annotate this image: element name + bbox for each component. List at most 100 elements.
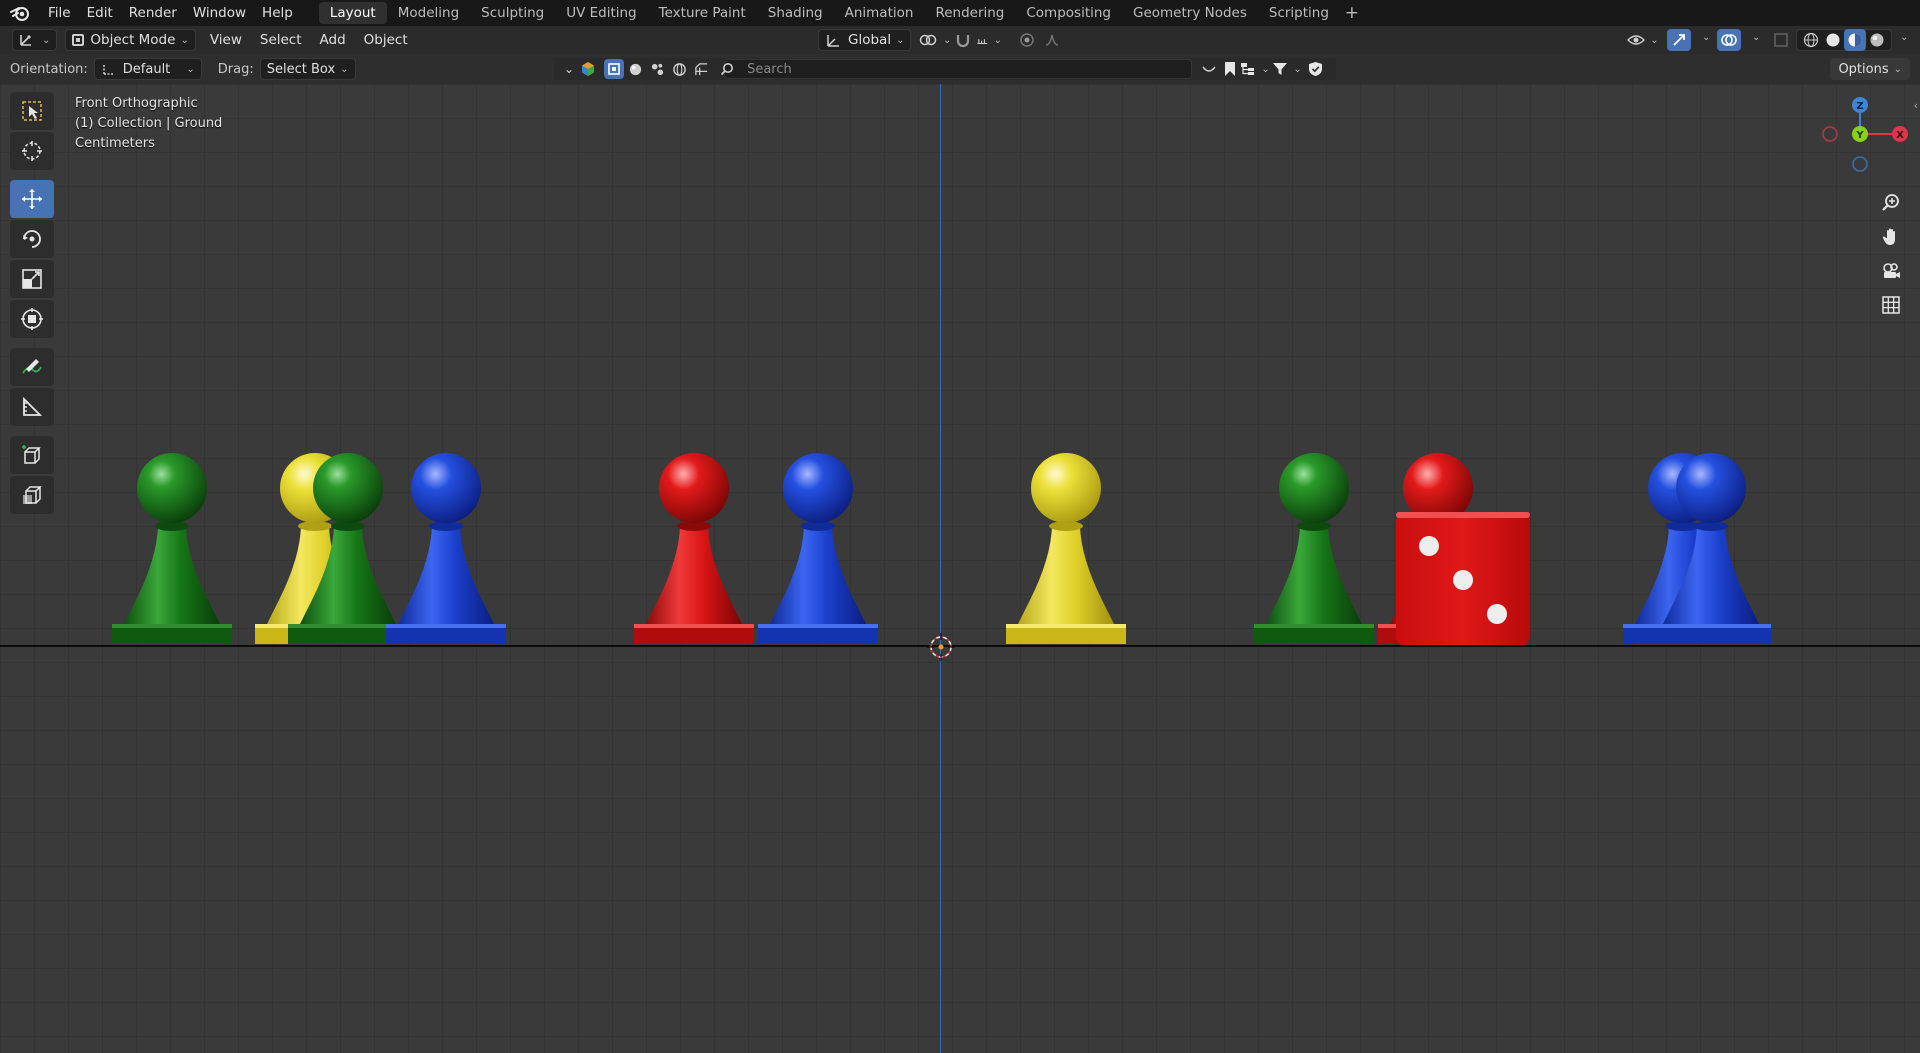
menu-add[interactable]: Add <box>314 29 352 51</box>
filter-select[interactable]: ⌄ <box>1270 58 1304 80</box>
blue-pawn[interactable] <box>386 453 506 644</box>
mode-select[interactable]: Object Mode ⌄ <box>65 29 196 51</box>
editor-type-icon <box>20 35 31 46</box>
zoom-button[interactable] <box>1876 188 1906 218</box>
tab-layout[interactable]: Layout <box>318 2 387 24</box>
snap-target-select[interactable]: ⌄ <box>976 29 1002 51</box>
options-button[interactable]: Options ⌄ <box>1830 58 1910 80</box>
wireframe-shading-button[interactable] <box>1800 29 1822 51</box>
tab-scripting[interactable]: Scripting <box>1258 2 1340 24</box>
menu-window[interactable]: Window <box>185 2 254 24</box>
blender-logo-icon[interactable] <box>0 0 40 26</box>
sidebar-toggle-icon[interactable]: ‹ <box>1914 99 1918 112</box>
tab-texture-paint[interactable]: Texture Paint <box>648 2 757 24</box>
chevron-down-icon[interactable]: ⌄ <box>1900 32 1908 43</box>
chevron-down-icon: ⌄ <box>340 63 349 75</box>
navigation-gizmo[interactable]: Z X Y <box>1810 94 1910 174</box>
filter-world-button[interactable] <box>668 58 690 80</box>
editor-type-button[interactable]: ⌄ <box>12 29 58 51</box>
tool-add-object[interactable] <box>10 476 54 514</box>
shield-icon <box>1308 62 1322 76</box>
ortho-toggle-button[interactable] <box>1876 290 1906 320</box>
tab-rendering[interactable]: Rendering <box>924 2 1015 24</box>
shield-button[interactable] <box>1304 58 1326 80</box>
magnet-icon <box>956 35 970 48</box>
view-name: Front Orthographic <box>75 96 198 111</box>
green-pawn[interactable] <box>1254 453 1374 644</box>
menu-select[interactable]: Select <box>254 29 308 51</box>
proportional-edit-toggle[interactable] <box>1014 29 1040 51</box>
z-axis-line <box>940 84 941 1053</box>
search-input[interactable] <box>724 59 1193 79</box>
tool-move[interactable] <box>10 180 54 218</box>
menu-object[interactable]: Object <box>358 29 414 51</box>
tab-modeling[interactable]: Modeling <box>387 2 470 24</box>
tool-measure[interactable] <box>10 388 54 426</box>
rendered-shading-button[interactable] <box>1866 29 1888 51</box>
filter-light-button[interactable] <box>646 58 668 80</box>
add-workspace-button[interactable]: + <box>1340 2 1364 24</box>
visibility-select[interactable]: ⌄ <box>1626 29 1660 51</box>
menu-help[interactable]: Help <box>254 2 301 24</box>
yellow-pawn[interactable] <box>1006 453 1126 644</box>
eye-icon <box>1627 35 1646 45</box>
menu-file[interactable]: File <box>40 2 79 24</box>
tab-animation[interactable]: Animation <box>834 2 925 24</box>
solid-shading-button[interactable] <box>1822 29 1844 51</box>
orientation-select[interactable]: Default ⌄ <box>93 58 202 80</box>
annotate-icon <box>22 359 42 374</box>
rendered-sphere-icon <box>1870 33 1884 47</box>
tool-rotate[interactable] <box>10 220 54 258</box>
viewport-filter-bar: ⌄ Search ⌄ ⌄ <box>554 58 1336 80</box>
chevron-down-icon[interactable]: ⌄ <box>1702 32 1710 43</box>
filter-mesh-button[interactable] <box>624 58 646 80</box>
menu-render[interactable]: Render <box>121 2 185 24</box>
select-mode-button[interactable] <box>604 59 625 79</box>
drag-select[interactable]: Select Box ⌄ <box>259 58 356 80</box>
xray-toggle[interactable] <box>1768 29 1794 51</box>
collection-color-icon[interactable] <box>580 61 596 77</box>
solid-sphere-icon <box>1826 33 1840 47</box>
pan-button[interactable] <box>1876 222 1906 252</box>
tool-add-cube[interactable] <box>10 436 54 474</box>
bookmark-button[interactable] <box>1220 58 1240 80</box>
3d-cursor-icon[interactable] <box>926 632 956 662</box>
material-preview-button[interactable] <box>1844 29 1866 51</box>
y-axis-label: Y <box>1855 130 1864 141</box>
tool-transform[interactable] <box>10 300 54 338</box>
chevron-down-icon: ⌄ <box>1893 63 1902 75</box>
green-pawn[interactable] <box>112 453 232 644</box>
tool-cursor[interactable] <box>10 132 54 170</box>
falloff-select[interactable] <box>1042 29 1068 51</box>
units-label: Centimeters <box>75 136 155 151</box>
blue-pawn[interactable] <box>758 453 878 644</box>
display-mode-select[interactable]: ⌄ <box>1240 58 1270 80</box>
wireframe-sphere-icon <box>1803 32 1819 48</box>
camera-view-button[interactable] <box>1876 256 1906 286</box>
tab-uv-editing[interactable]: UV Editing <box>555 2 647 24</box>
gizmo-toggle[interactable] <box>1667 29 1691 51</box>
3d-viewport[interactable]: Front Orthographic (1) Collection | Grou… <box>0 84 1920 1053</box>
neg-x-axis-icon[interactable] <box>1822 126 1838 142</box>
tab-sculpting[interactable]: Sculpting <box>470 2 555 24</box>
neg-z-axis-icon[interactable] <box>1852 156 1868 172</box>
filter-toggle[interactable] <box>1198 58 1220 80</box>
tool-select-box[interactable] <box>10 92 54 130</box>
menu-view[interactable]: View <box>204 29 248 51</box>
chevron-down-icon[interactable]: ⌄ <box>1752 32 1760 43</box>
red-die[interactable] <box>1396 512 1530 646</box>
tab-compositing[interactable]: Compositing <box>1015 2 1122 24</box>
overlays-toggle[interactable] <box>1717 29 1741 51</box>
filter-armature-button[interactable] <box>690 58 712 80</box>
tool-annotate[interactable] <box>10 348 54 386</box>
armature-filter-icon <box>694 62 707 75</box>
snap-toggle[interactable] <box>950 29 976 51</box>
tab-shading[interactable]: Shading <box>757 2 834 24</box>
menu-edit[interactable]: Edit <box>79 2 121 24</box>
red-pawn[interactable] <box>634 453 754 644</box>
chevron-down-icon[interactable]: ⌄ <box>564 62 574 76</box>
tool-scale[interactable] <box>10 260 54 298</box>
tab-geometry-nodes[interactable]: Geometry Nodes <box>1122 2 1258 24</box>
collection-info: (1) Collection | Ground <box>75 116 223 131</box>
transform-orientation-select[interactable]: Global ⌄ <box>818 29 912 51</box>
